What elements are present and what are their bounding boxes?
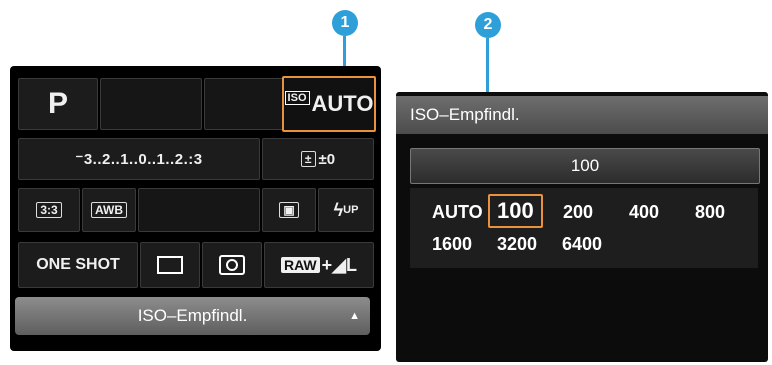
exposure-scale: ⁻3..2..1..0..1..2.:3: [75, 151, 203, 168]
iso-current-value: 100: [410, 148, 760, 184]
shooting-mode-cell[interactable]: P: [18, 78, 98, 130]
iso-option-100-selected[interactable]: 100: [488, 194, 543, 228]
flash-icon: ϟ: [333, 199, 344, 220]
empty-cell-2: [204, 78, 286, 130]
single-shot-icon: [157, 256, 183, 274]
iso-selection-screen: ISO–Empfindl. 100 AUTO 100 200 400 800 1…: [396, 92, 768, 362]
iso-value: AUTO: [311, 91, 374, 116]
white-balance-cell[interactable]: AWB: [82, 188, 136, 232]
iso-option-6400[interactable]: 6400: [562, 234, 602, 255]
exposure-comp-cell[interactable]: ⁻3..2..1..0..1..2.:3: [18, 138, 260, 180]
chevron-up-icon: ▲: [349, 310, 360, 322]
iso-label-text: ISO–Empfindl.: [137, 306, 248, 325]
iso-option-1600[interactable]: 1600: [432, 234, 472, 255]
af-mode-value: ONE SHOT: [36, 256, 120, 273]
picture-style-icon: 3:3: [36, 202, 62, 218]
iso-option-400[interactable]: 400: [629, 202, 659, 223]
iso-option-auto[interactable]: AUTO: [432, 202, 483, 223]
raw-icon: RAW: [280, 257, 320, 273]
iso-setting-cell[interactable]: ISO AUTO: [282, 76, 376, 132]
iso-icon: ISO: [284, 91, 310, 105]
auto-lighting-icon: ▣: [279, 202, 299, 218]
iso-options-panel: AUTO 100 200 400 800 1600 3200 6400: [410, 188, 758, 268]
iso-option-3200[interactable]: 3200: [497, 234, 537, 255]
flash-label: UP: [343, 204, 359, 216]
iso-option-800[interactable]: 800: [695, 202, 725, 223]
flash-comp-icon: ±: [300, 151, 316, 167]
picture-style-cell[interactable]: 3:3: [18, 188, 80, 232]
metering-cell[interactable]: [202, 242, 262, 288]
shooting-mode-value: P: [47, 87, 68, 120]
callout-2-badge: 2: [475, 12, 501, 38]
jpeg-quality-value: +◢L: [321, 254, 358, 275]
af-mode-cell[interactable]: ONE SHOT: [18, 242, 138, 288]
iso-option-200[interactable]: 200: [563, 202, 593, 223]
auto-lighting-cell[interactable]: ▣: [262, 188, 316, 232]
flash-comp-value: ±0: [318, 150, 336, 168]
callout-1-badge: 1: [332, 10, 358, 36]
iso-screen-header: ISO–Empfindl.: [396, 96, 768, 134]
empty-cell-3: [138, 188, 260, 232]
flash-comp-cell[interactable]: ± ±0: [262, 138, 374, 180]
white-balance-value: AWB: [91, 202, 127, 218]
drive-mode-cell[interactable]: [140, 242, 200, 288]
metering-icon: [219, 255, 245, 275]
iso-current-value-text: 100: [570, 156, 600, 175]
iso-screen-title: ISO–Empfindl.: [410, 105, 520, 124]
flash-cell[interactable]: ϟ UP: [318, 188, 374, 232]
image-quality-cell[interactable]: RAW +◢L: [264, 242, 374, 288]
iso-label-bar: ISO–Empfindl. ▲: [15, 297, 370, 335]
empty-cell-1: [100, 78, 202, 130]
